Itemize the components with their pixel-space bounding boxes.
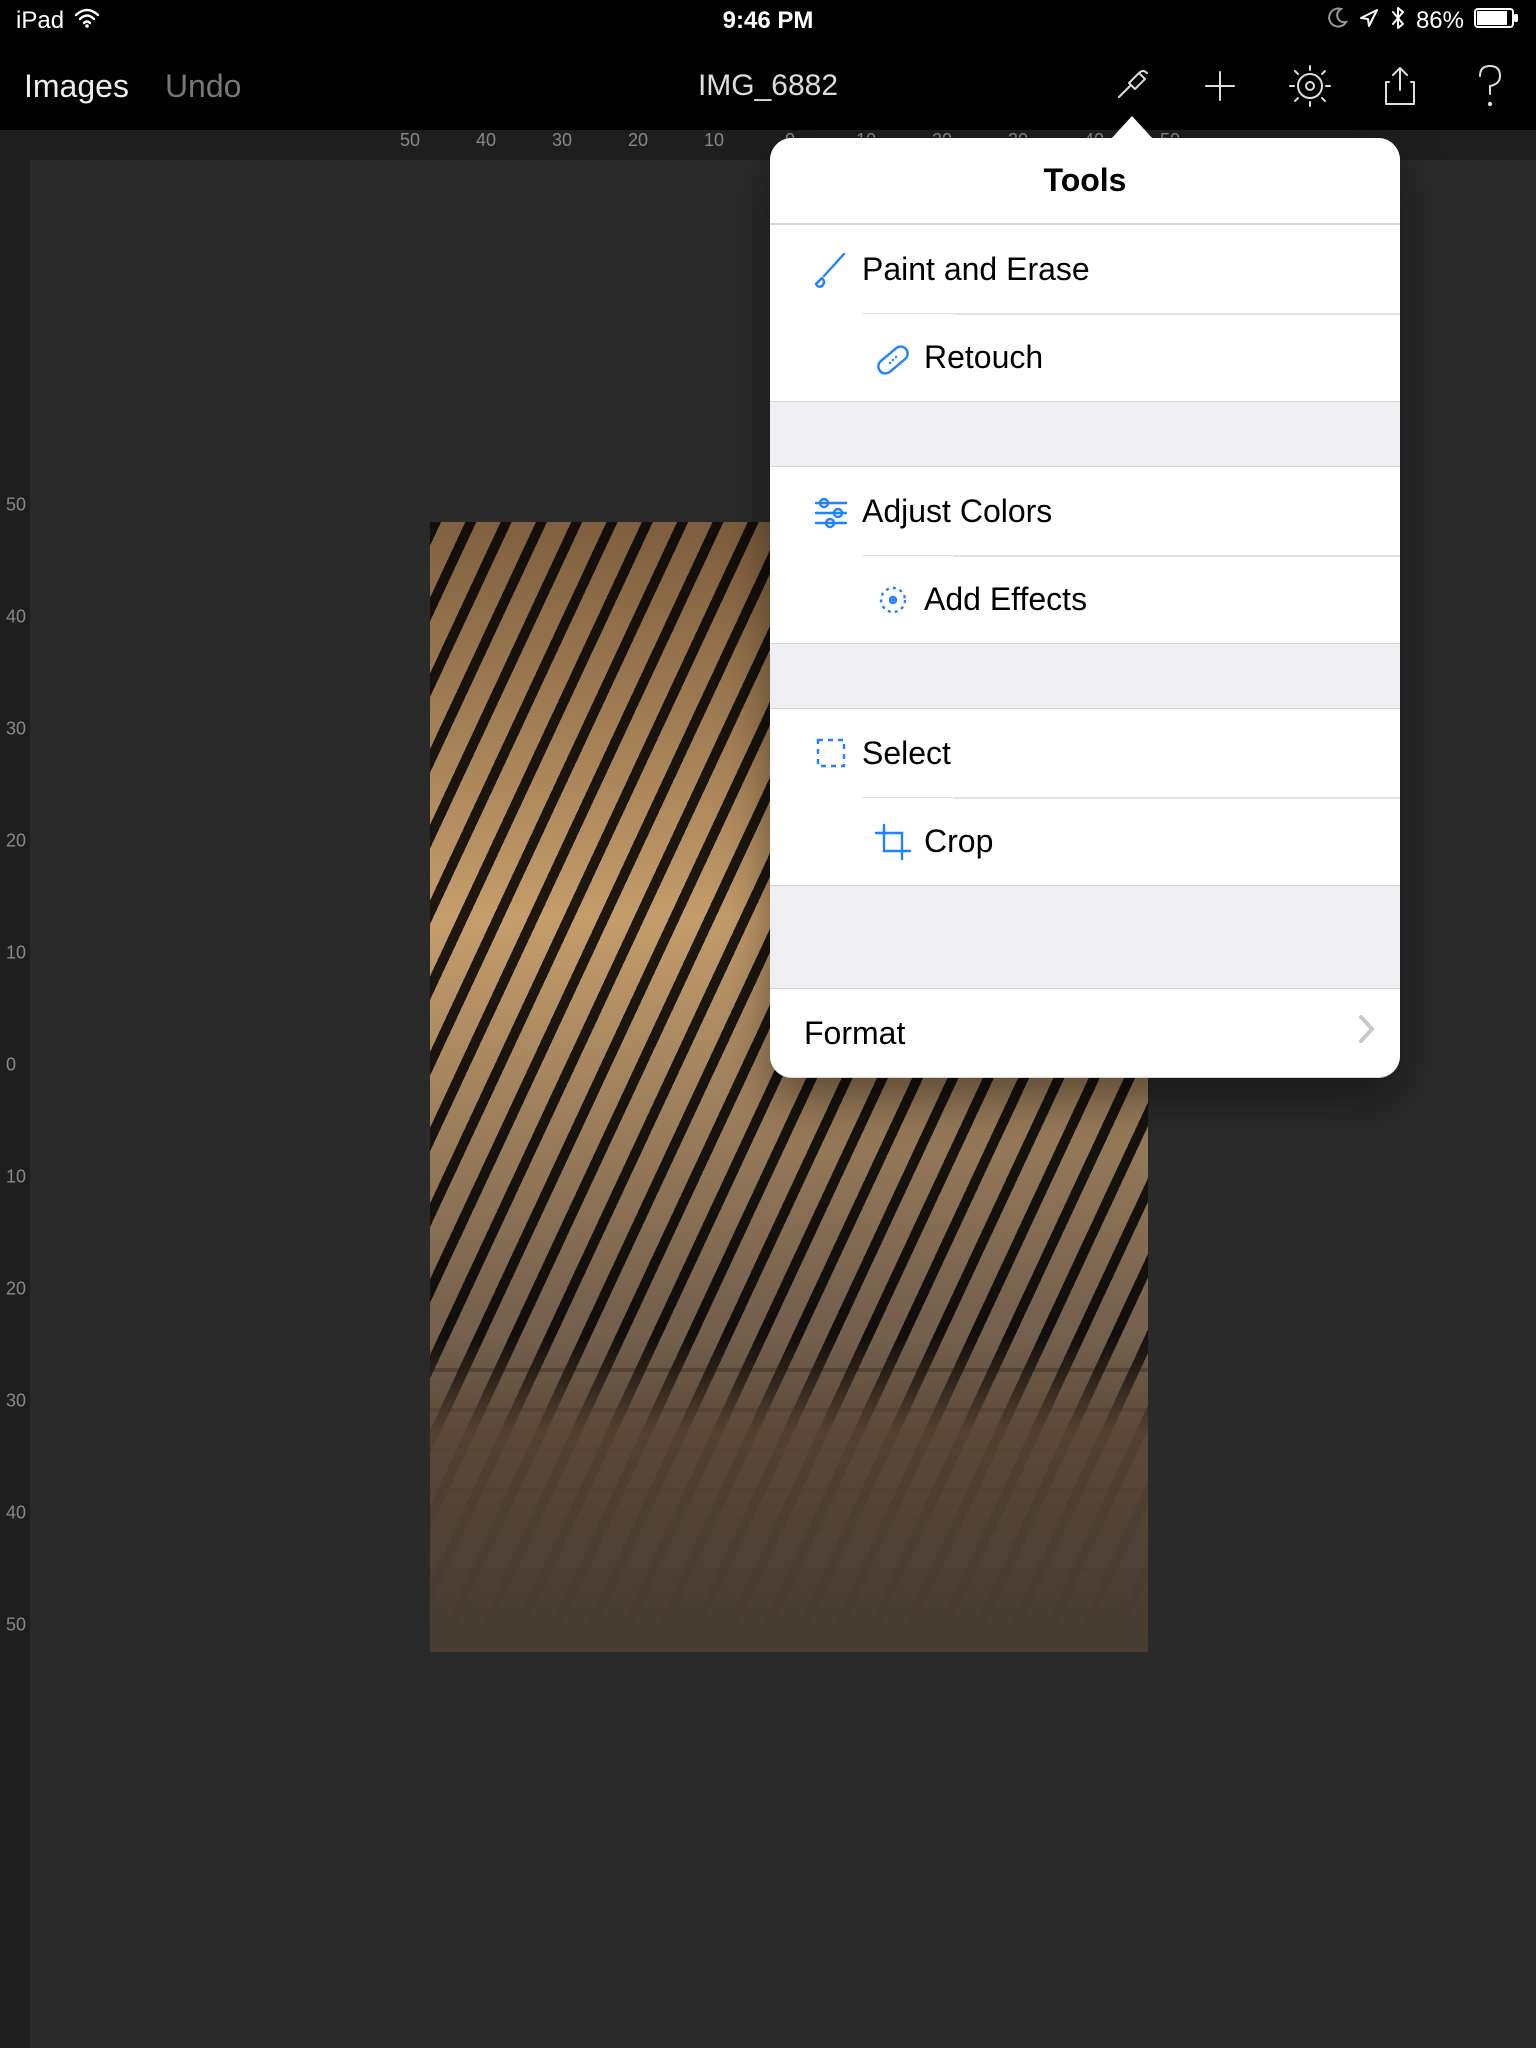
battery-icon: [1474, 7, 1520, 36]
menu-label: Add Effects: [924, 581, 1400, 618]
battery-label: 86%: [1416, 7, 1464, 35]
selection-icon: [800, 732, 862, 774]
menu-label: Retouch: [924, 339, 1400, 376]
menu-label: Adjust Colors: [862, 493, 1400, 530]
share-button[interactable]: [1378, 64, 1422, 108]
bandage-icon: [862, 337, 924, 379]
moon-icon: [1326, 7, 1348, 36]
ruler-tick: 10: [6, 943, 26, 964]
chevron-right-icon: [1358, 1014, 1376, 1053]
clock: 9:46 PM: [723, 7, 814, 35]
menu-label: Select: [862, 735, 1400, 772]
tool-paint-and-erase[interactable]: Paint and Erase: [770, 225, 1400, 313]
app-toolbar: Images Undo IMG_6882: [0, 42, 1536, 130]
add-button[interactable]: [1198, 64, 1242, 108]
ruler-tick: 10: [704, 130, 724, 151]
tools-button[interactable]: [1108, 64, 1152, 108]
status-bar: iPad 9:46 PM 86%: [0, 0, 1536, 42]
ruler-tick: 30: [6, 1391, 26, 1412]
vertical-ruler: 50 40 30 20 10 0 10 20 30 40 50: [0, 160, 30, 2048]
device-label: iPad: [16, 7, 64, 35]
document-title: IMG_6882: [698, 69, 838, 103]
bluetooth-icon: [1390, 6, 1406, 37]
crop-icon: [862, 821, 924, 863]
popover-title: Tools: [770, 138, 1400, 224]
ruler-tick: 50: [6, 495, 26, 516]
sliders-icon: [800, 490, 862, 532]
location-icon: [1358, 7, 1380, 36]
images-button[interactable]: Images: [24, 68, 129, 105]
menu-label: Format: [804, 1015, 1358, 1052]
paintbrush-icon: [800, 248, 862, 290]
tools-popover: Tools Paint and Erase Retouch Adjust Col…: [770, 138, 1400, 1078]
tool-crop[interactable]: Crop: [862, 797, 1400, 885]
tool-retouch[interactable]: Retouch: [862, 313, 1400, 401]
popover-arrow: [1110, 116, 1154, 140]
tool-select[interactable]: Select: [770, 709, 1400, 797]
wifi-icon: [74, 7, 100, 35]
tool-adjust-colors[interactable]: Adjust Colors: [770, 467, 1400, 555]
ruler-tick: 40: [6, 1503, 26, 1524]
ruler-tick: 40: [476, 130, 496, 151]
menu-label: Paint and Erase: [862, 251, 1400, 288]
ruler-tick: 20: [6, 1279, 26, 1300]
ruler-tick: 50: [400, 130, 420, 151]
tool-add-effects[interactable]: Add Effects: [862, 555, 1400, 643]
ruler-tick: 20: [628, 130, 648, 151]
menu-label: Crop: [924, 823, 1400, 860]
ruler-tick: 50: [6, 1615, 26, 1636]
tool-format[interactable]: Format: [770, 989, 1400, 1077]
ruler-tick: 40: [6, 607, 26, 628]
ruler-tick: 0: [6, 1055, 16, 1076]
ruler-tick: 10: [6, 1167, 26, 1188]
sparkle-icon: [862, 579, 924, 621]
help-button[interactable]: [1468, 64, 1512, 108]
ruler-tick: 20: [6, 831, 26, 852]
undo-button[interactable]: Undo: [165, 68, 242, 105]
ruler-tick: 30: [552, 130, 572, 151]
ruler-tick: 30: [6, 719, 26, 740]
settings-button[interactable]: [1288, 64, 1332, 108]
